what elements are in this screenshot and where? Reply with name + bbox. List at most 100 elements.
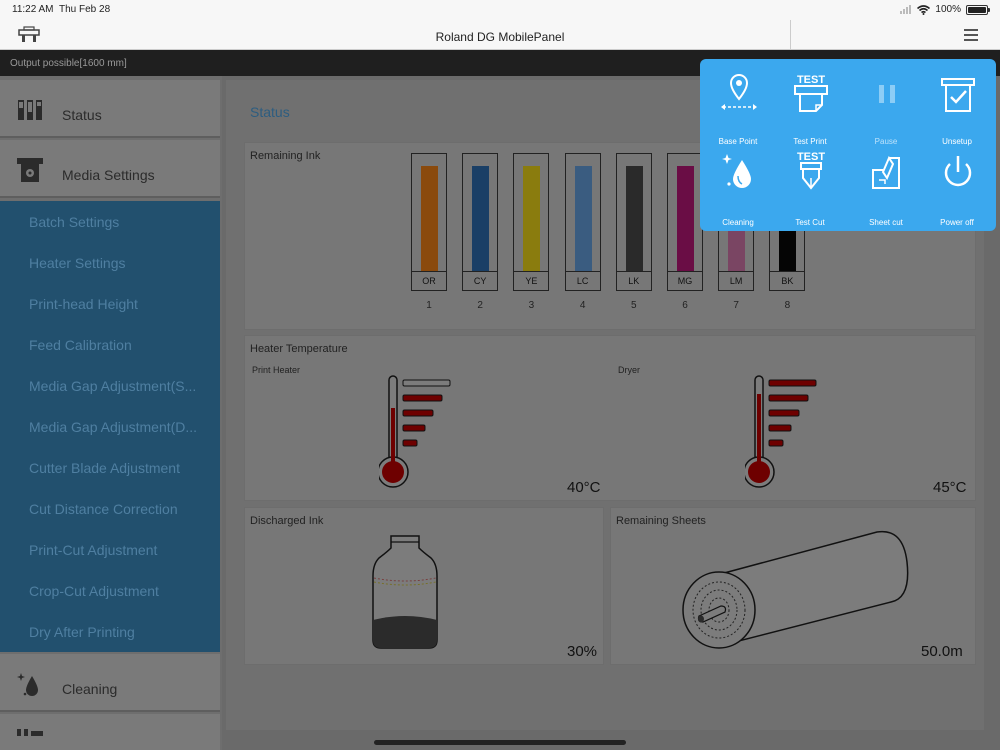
partial-menu-icon [17,729,43,736]
media-roll-icon [682,530,909,649]
discharged-ink-value: 30% [567,643,598,660]
ink-level-bar [523,166,541,272]
ink-slot-number: 3 [528,300,535,311]
base-point-button[interactable]: Base Point [703,63,773,146]
sidebar: Status Media Settings Batch Settings Hea… [0,76,222,750]
nav-bar: Roland DG MobilePanel [0,20,1000,50]
battery-icon [966,4,990,15]
nav-divider [790,20,791,50]
sheet-cut-label: Sheet cut [869,218,903,227]
hamburger-menu-icon[interactable] [964,29,978,41]
submenu-item-batch-settings[interactable]: Batch Settings [0,201,220,242]
sheet-cut-icon [872,155,900,189]
ink-code: LM [718,271,755,291]
ink-slot-lk: LK [615,153,652,291]
submenu-item-cut-distance[interactable]: Cut Distance Correction [0,488,220,529]
submenu-item-print-head-height[interactable]: Print-head Height [0,283,220,324]
quick-action-popup: Base Point TEST Test Print Pause Unsetup [700,59,996,231]
ink-code: LC [564,271,601,291]
ink-level-bar [677,166,694,272]
date: Thu Feb 28 [59,4,111,15]
sidebar-item-status[interactable]: Status [0,80,220,138]
cleaning-button[interactable]: Cleaning [703,148,773,230]
media-settings-submenu: Batch Settings Heater Settings Print-hea… [0,201,220,652]
sidebar-item-label: Status [62,107,102,123]
unsetup-label: Unsetup [942,137,972,146]
ink-code: CY [462,271,499,291]
sidebar-item-partial[interactable] [0,714,220,750]
remaining-sheets-panel: Remaining Sheets 50.0m [610,507,976,665]
ink-code: OR [411,271,447,291]
test-cut-label: Test Cut [795,218,825,227]
discharged-ink-panel: Discharged Ink 30% [244,507,604,665]
submenu-item-media-gap-d[interactable]: Media Gap Adjustment(D... [0,406,220,447]
base-point-icon [721,73,757,110]
test-print-label: Test Print [793,137,827,146]
unsetup-button[interactable]: Unsetup [922,63,992,146]
dryer-thermometer-icon [745,375,817,488]
ink-slot-number: 6 [682,300,688,311]
print-heater-label: Print Heater [252,365,301,375]
ink-bottle-icon [372,535,438,649]
signal-icon [900,5,912,14]
power-off-label: Power off [940,218,974,227]
test-cut-icon-text: TEST [797,151,825,163]
power-off-button[interactable]: Power off [922,148,992,230]
print-heater-value: 40°C [567,479,601,496]
ink-slot-number: 2 [477,300,483,311]
ink-slot-number: 7 [733,300,739,311]
page-title: Status [250,104,290,120]
ink-slot-ye: YE [513,153,550,291]
discharged-ink-title: Discharged Ink [250,515,324,527]
sidebar-item-cleaning[interactable]: Cleaning [0,654,220,712]
cleaning-icon [17,673,38,696]
submenu-item-cutter-blade[interactable]: Cutter Blade Adjustment [0,447,220,488]
heater-temperature-title: Heater Temperature [250,343,348,355]
ink-level-bar [574,166,592,272]
ink-code: MG [667,271,703,291]
home-indicator [374,740,626,745]
sheet-cut-button[interactable]: Sheet cut [851,148,921,230]
test-print-button[interactable]: TEST Test Print [775,63,845,146]
pause-label: Pause [874,137,898,146]
unsetup-icon [941,78,975,112]
ink-slot-number: 8 [784,300,791,311]
status-icon [18,100,42,120]
heater-temperature-panel: Heater Temperature Print Heater Dryer 40… [244,335,976,501]
ink-slot-or: OR [411,153,447,291]
ink-level-bar [625,166,643,272]
sidebar-item-media-settings[interactable]: Media Settings [0,140,220,198]
test-print-icon-text: TEST [797,74,825,86]
media-settings-icon [17,158,43,182]
test-cut-icon: TEST [797,151,825,190]
cleaning-label: Cleaning [722,218,754,227]
dryer-label: Dryer [618,365,640,375]
cleaning-drop-icon [722,154,751,188]
ink-level-bar [421,166,438,272]
ink-level-bar [472,166,490,272]
dryer-value: 45°C [933,479,967,496]
submenu-item-dry-after-printing[interactable]: Dry After Printing [0,611,220,652]
sidebar-item-label: Cleaning [62,681,118,697]
submenu-item-print-cut[interactable]: Print-Cut Adjustment [0,529,220,570]
ink-slot-cy: CY [462,153,499,291]
print-heater-thermometer-icon [379,375,451,488]
pause-icon [879,85,895,103]
ink-slot-number: 5 [631,300,637,311]
sidebar-item-label: Media Settings [62,167,155,183]
test-print-icon: TEST [794,74,828,112]
submenu-item-media-gap-s[interactable]: Media Gap Adjustment(S... [0,365,220,406]
submenu-item-feed-calibration[interactable]: Feed Calibration [0,324,220,365]
submenu-item-heater-settings[interactable]: Heater Settings [0,242,220,283]
ink-code: BK [769,271,806,291]
ink-slot-number: 4 [579,300,586,311]
ink-slot-lc: LC [564,153,601,291]
base-point-label: Base Point [718,137,758,146]
remaining-ink-title: Remaining Ink [250,150,321,162]
test-cut-button[interactable]: TEST Test Cut [775,148,845,230]
pause-button[interactable]: Pause [851,63,921,146]
clock: 11:22 AM [12,4,54,15]
ink-code: YE [513,271,550,291]
ink-slot-mg: MG [667,153,703,291]
submenu-item-crop-cut[interactable]: Crop-Cut Adjustment [0,570,220,611]
